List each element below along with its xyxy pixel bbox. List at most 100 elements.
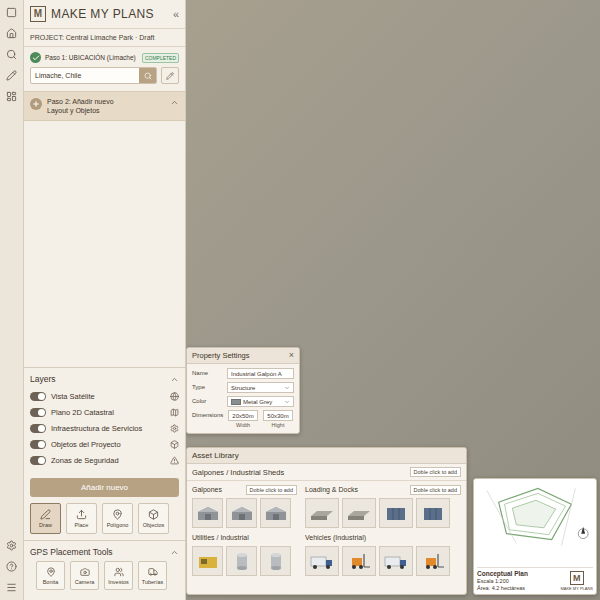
menu-icon[interactable] (6, 582, 17, 593)
asset-thumb[interactable] (342, 546, 376, 576)
tool-label: Investos (108, 579, 128, 585)
conceptual-plan-card: Conceptual PlanEscala 1:200Área: 4.2 hec… (473, 478, 597, 595)
gps-tools-header[interactable]: GPS Placement Tools (30, 547, 179, 561)
asset-thumb[interactable] (379, 546, 413, 576)
people-icon (114, 567, 124, 577)
layers-header[interactable]: Layers (30, 374, 179, 388)
edit-button[interactable] (161, 67, 179, 84)
status-badge: COMPLETED (142, 53, 179, 63)
property-row: ColorMetal Grey (192, 396, 294, 407)
asset-thumb[interactable] (416, 498, 450, 528)
add-button[interactable]: Añadir nuevo (30, 478, 179, 497)
home-icon[interactable] (6, 28, 17, 39)
add-hint-button[interactable]: Doble click to add (410, 467, 461, 477)
asset-thumb[interactable] (260, 498, 291, 528)
tool-button[interactable]: Draw (30, 503, 61, 534)
chevron-icon[interactable] (170, 548, 179, 557)
panel-title-bar[interactable]: Property Settings× (187, 348, 299, 364)
select-field[interactable]: Structure (227, 382, 294, 393)
add-hint-button[interactable]: Doble click to add (410, 485, 461, 495)
location-field[interactable]: Limache, Chile (30, 67, 157, 84)
gps-tools-panel: GPS Placement ToolsBonitaCamera Investos T… (24, 540, 185, 600)
asset-thumb[interactable] (416, 546, 450, 576)
location-value[interactable]: Limache, Chile (31, 68, 139, 83)
step-2[interactable]: Paso 2: Añadir nuevoLayout y Objetos (24, 91, 185, 121)
tool-label: Objectos (143, 522, 165, 528)
select-field[interactable]: Metal Grey (227, 396, 294, 407)
gps-tool-button[interactable]: Investos (104, 561, 133, 590)
gear-icon (170, 424, 179, 433)
gps-tool-button[interactable]: Camera (70, 561, 99, 590)
property-row: NameIndustrial Galpón A (192, 368, 294, 379)
layer-row: Objetos del Proyecto (30, 436, 179, 452)
dropdown-icon (284, 399, 290, 405)
warning-icon (170, 456, 179, 465)
asset-thumb[interactable] (226, 546, 257, 576)
asset-group-header: Vehicles (Industrial) (305, 532, 461, 543)
layer-label: Zonas de Seguridad (51, 456, 165, 465)
asset-thumbs (305, 498, 461, 528)
gear-icon[interactable] (6, 540, 17, 551)
pen-icon (40, 509, 51, 520)
property-label: Name (192, 368, 225, 376)
asset-thumb[interactable] (192, 498, 223, 528)
layer-toggle[interactable] (30, 440, 46, 449)
layer-toggle[interactable] (30, 456, 46, 465)
asset-thumb[interactable] (226, 498, 257, 528)
pencil-icon (166, 72, 174, 80)
close-button[interactable]: × (289, 351, 294, 360)
dimension-input[interactable]: 50x30m (263, 410, 292, 421)
forklift-icon (346, 550, 372, 572)
plan-footer: Conceptual PlanEscala 1:200Área: 4.2 hec… (477, 567, 593, 591)
pin-icon (112, 509, 123, 520)
toggle-knob (38, 441, 45, 448)
add-hint-button[interactable]: Doble click to add (246, 485, 297, 495)
asset-thumb[interactable] (342, 498, 376, 528)
tool-button[interactable]: Objectos (138, 503, 169, 534)
panel-icon[interactable] (6, 7, 17, 18)
plan-info: Conceptual PlanEscala 1:200Área: 4.2 hec… (477, 570, 528, 591)
dimension-part: 20x50mWidth (227, 410, 259, 428)
help-icon[interactable] (6, 561, 17, 572)
asset-thumb[interactable] (192, 546, 223, 576)
asset-thumb[interactable] (305, 498, 339, 528)
text-input[interactable]: Industrial Galpón A (227, 368, 294, 379)
layer-label: Plano 2D Catastral (51, 408, 165, 417)
layer-toggle[interactable] (30, 424, 46, 433)
location-row: Limache, Chile (24, 66, 185, 89)
shed-icon (229, 502, 255, 524)
step-1[interactable]: Paso 1: UBICACIÓN (Limache)COMPLETED (24, 47, 185, 66)
project-title: PROJECT: Central Limache Park · Draft (24, 29, 185, 47)
generator-icon (195, 550, 221, 572)
layer-row: Infraestructura de Servicios (30, 420, 179, 436)
property-settings-panel: Property Settings× NameIndustrial Galpón … (186, 347, 300, 434)
layer-toggle[interactable] (30, 408, 46, 417)
panel-title-bar[interactable]: Asset Library (187, 448, 466, 464)
pencil-icon[interactable] (6, 70, 17, 81)
search-icon[interactable] (6, 49, 17, 60)
chevron-icon[interactable] (170, 98, 179, 107)
layer-toggle[interactable] (30, 392, 46, 401)
tool-button[interactable]: Place (66, 503, 97, 534)
camera-icon (80, 567, 90, 577)
asset-thumbs (305, 546, 461, 576)
search-button[interactable] (139, 68, 156, 83)
tool-button[interactable]: Polígono (102, 503, 133, 534)
gps-tool-button[interactable]: Tuberías (138, 561, 167, 590)
tool-label: Tuberías (142, 579, 164, 585)
asset-thumb[interactable] (260, 546, 291, 576)
gps-tool-button[interactable]: Bonita (36, 561, 65, 590)
step-status (30, 52, 41, 63)
tool-label: Draw (39, 522, 52, 528)
app-header: MMAKE MY PLANS« (24, 0, 185, 29)
truck-icon (309, 550, 335, 572)
globe-icon (170, 392, 179, 401)
collapse-button[interactable]: « (173, 8, 179, 20)
satellite-image[interactable]: Property Settings× NameIndustrial Galpón … (186, 0, 600, 600)
layout-icon[interactable] (6, 91, 17, 102)
chevron-icon[interactable] (170, 375, 179, 384)
dimension-input[interactable]: 20x50m (228, 410, 257, 421)
asset-thumb[interactable] (379, 498, 413, 528)
container-icon (420, 502, 446, 524)
asset-thumb[interactable] (305, 546, 339, 576)
